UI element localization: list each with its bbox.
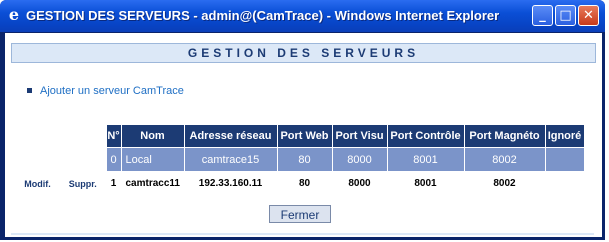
window-title: GESTION DES SERVEURS - admin@(CamTrace) …	[26, 8, 500, 23]
cell-name: camtracc11	[120, 171, 185, 196]
cell-port-controle: 8001	[386, 171, 465, 196]
blank-header	[60, 125, 107, 148]
page-title: GESTION DES SERVEURS	[11, 43, 596, 63]
cell-port-web: 80	[276, 147, 333, 172]
col-header-port-visu: Port Visu	[331, 124, 388, 148]
minimize-button[interactable]: _	[532, 5, 553, 26]
cell-address: camtrace15	[183, 147, 278, 172]
cell-ignore	[544, 171, 585, 196]
col-header-num: N°	[105, 124, 122, 148]
cell-ignore	[544, 147, 585, 172]
servers-table: N° Nom Adresse réseau Port Web Port Visu…	[15, 124, 585, 196]
modify-link	[15, 147, 60, 172]
col-header-port-web: Port Web	[276, 124, 333, 148]
ie-logo-icon: e	[8, 5, 20, 24]
col-header-port-controle: Port Contrôle	[386, 124, 465, 148]
cell-address: 192.33.160.11	[183, 171, 278, 196]
modify-link[interactable]: Modif.	[15, 171, 60, 196]
cell-num: 0	[105, 147, 122, 172]
cell-port-magneto: 8002	[463, 171, 546, 196]
delete-link[interactable]: Suppr.	[59, 171, 107, 196]
close-window-button[interactable]: ✕	[578, 5, 599, 26]
browser-window: e GESTION DES SERVEURS - admin@(CamTrace…	[0, 0, 605, 240]
col-header-ignore: Ignoré	[544, 124, 585, 148]
table-row: 0 Local camtrace15 80 8000 8001 8002	[15, 147, 585, 172]
cell-port-visu: 8000	[331, 147, 388, 172]
footer-divider	[11, 233, 594, 235]
close-button[interactable]: Fermer	[269, 205, 331, 223]
title-bar: e GESTION DES SERVEURS - admin@(CamTrace…	[0, 0, 605, 32]
blank-header	[16, 125, 60, 148]
col-header-port-magneto: Port Magnéto	[463, 124, 546, 148]
table-header-row: N° Nom Adresse réseau Port Web Port Visu…	[16, 124, 585, 148]
cell-port-visu: 8000	[331, 171, 388, 196]
cell-num: 1	[105, 171, 122, 196]
cell-port-controle: 8001	[386, 147, 465, 172]
cell-port-web: 80	[276, 171, 333, 196]
delete-link	[59, 147, 107, 172]
col-header-address: Adresse réseau	[183, 124, 278, 148]
bullet-icon	[27, 87, 32, 93]
col-header-name: Nom	[120, 124, 185, 148]
cell-port-magneto: 8002	[463, 147, 546, 172]
page-content: GESTION DES SERVEURS Ajouter un serveur …	[4, 32, 603, 238]
table-row: Modif. Suppr. 1 camtracc11 192.33.160.11…	[15, 171, 585, 196]
cell-name: Local	[120, 147, 185, 172]
add-server-link[interactable]: Ajouter un serveur CamTrace	[27, 85, 184, 97]
add-server-label: Ajouter un serveur CamTrace	[40, 85, 184, 97]
maximize-button[interactable]: □	[555, 5, 576, 26]
